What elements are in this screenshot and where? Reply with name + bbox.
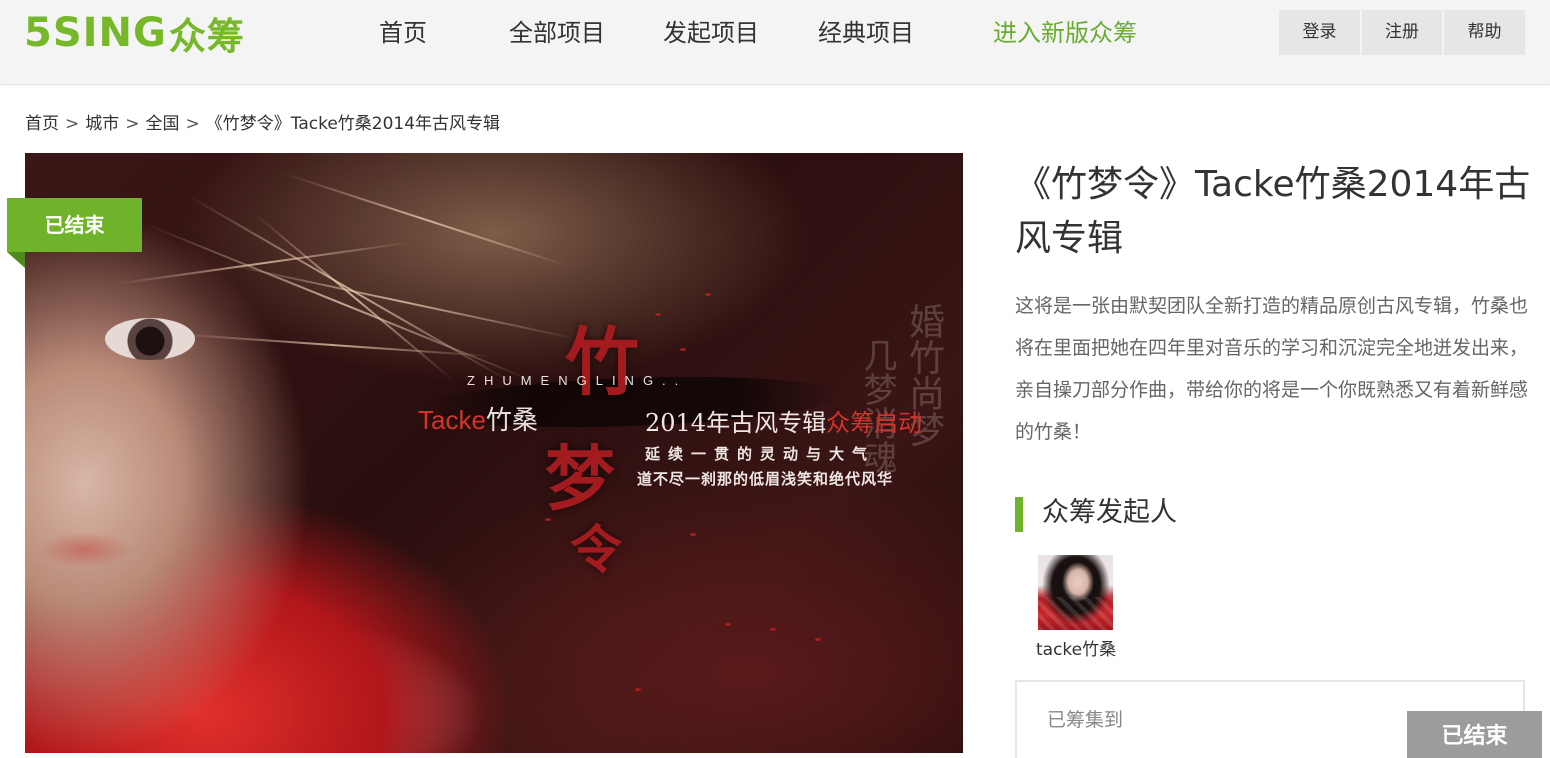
poster-petal	[705, 293, 711, 296]
poster-english-title: ZHUMENGLING..	[467, 373, 688, 388]
poster-petal	[770, 628, 776, 631]
poster-tagline: 延续一贯的灵动与大气	[645, 445, 876, 463]
poster-petal	[815, 638, 821, 641]
register-button[interactable]: 注册	[1362, 10, 1442, 55]
logo-text: 5SING	[24, 10, 167, 56]
poster-calligraphy-char: 令	[570, 520, 623, 581]
breadcrumb-nationwide[interactable]: 全国	[146, 114, 180, 134]
project-description: 这将是一张由默契团队全新打造的精品原创古风专辑，竹桑也将在里面把她在四年里对音乐…	[1015, 295, 1529, 443]
poster-album-text: 2014年古风专辑	[645, 409, 827, 437]
poster-petal	[545, 518, 551, 521]
breadcrumb-home[interactable]: 首页	[25, 114, 59, 134]
poster-album-highlight: 众筹启动	[826, 409, 923, 437]
status-badge: 已结束	[7, 198, 142, 252]
poster-artist-cn: 竹桑	[485, 405, 538, 435]
section-accent-bar	[1015, 497, 1023, 532]
breadcrumb-city[interactable]: 城市	[85, 114, 119, 134]
breadcrumb-separator: >	[185, 114, 200, 134]
poster-petal	[635, 688, 641, 691]
poster-calligraphy-char: 竹	[565, 320, 639, 406]
initiator-avatar[interactable]	[1038, 555, 1113, 630]
logo-cn-text: 众筹	[168, 15, 245, 58]
avatar-pattern	[1038, 597, 1113, 630]
help-button[interactable]: 帮助	[1444, 10, 1525, 55]
project-title: 《竹梦令》Tacke竹桑2014年古风专辑	[1015, 164, 1531, 259]
initiator-section-title: 众筹发起人	[1042, 497, 1177, 528]
nav-home[interactable]: 首页	[379, 16, 427, 50]
poster-artist-latin: Tacke	[418, 405, 486, 435]
poster-artist: Tacke竹桑	[418, 400, 538, 437]
nav-start-project[interactable]: 发起项目	[663, 16, 759, 50]
status-badge-fold	[7, 252, 25, 268]
poster-hair-strand	[114, 241, 413, 285]
initiator-name[interactable]: tacke竹桑	[1036, 638, 1116, 662]
poster-hair-strand	[144, 223, 535, 383]
poster-album: 2014年古风专辑众筹启动	[645, 403, 922, 438]
breadcrumb-separator: >	[125, 114, 140, 134]
project-poster-image: 婚竹尚梦 几梦消魂 竹 梦 令 ZHUMENGLING.. Tacke竹桑 20…	[25, 153, 963, 753]
site-logo[interactable]: 5SING 众筹	[24, 8, 245, 58]
nav-all-projects[interactable]: 全部项目	[509, 16, 605, 50]
poster-hair-strand	[254, 213, 455, 382]
breadcrumb: 首页 > 城市 > 全国 > 《竹梦令》Tacke竹桑2014年古风专辑	[25, 112, 500, 136]
poster-petal	[725, 623, 731, 626]
nav-classic-projects[interactable]: 经典项目	[818, 16, 914, 50]
poster-tagline: 道不尽一刹那的低眉浅笑和绝代风华	[637, 470, 894, 488]
breadcrumb-current[interactable]: 《竹梦令》Tacke竹桑2014年古风专辑	[206, 114, 500, 134]
poster-petal	[690, 533, 696, 536]
breadcrumb-separator: >	[65, 114, 80, 134]
raised-label: 已筹集到	[1047, 709, 1124, 731]
poster-petal	[655, 313, 661, 316]
poster-petal	[680, 348, 686, 351]
poster-eye	[105, 318, 195, 360]
nav-new-version[interactable]: 进入新版众筹	[993, 16, 1137, 50]
login-button[interactable]: 登录	[1279, 10, 1360, 55]
top-header: 5SING 众筹 首页 全部项目 发起项目 经典项目 进入新版众筹 登录 注册 …	[0, 0, 1550, 85]
poster-lips	[40, 533, 130, 567]
project-ended-button[interactable]: 已结束	[1407, 711, 1542, 758]
